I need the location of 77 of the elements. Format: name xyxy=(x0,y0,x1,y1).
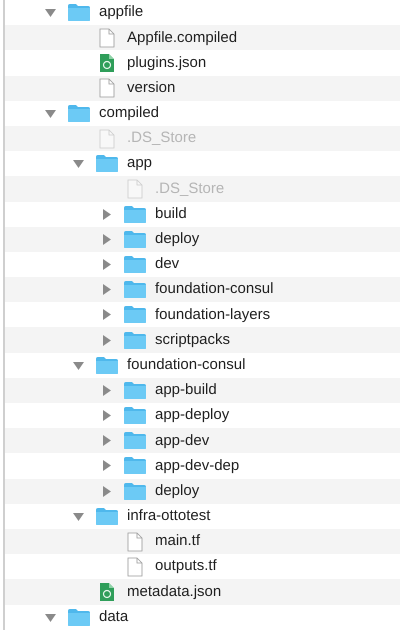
disclosure-triangle-icon[interactable] xyxy=(100,234,112,245)
file-name: main.tf xyxy=(155,531,200,552)
folder-icon xyxy=(123,254,147,274)
disclosure-triangle-icon[interactable] xyxy=(100,384,112,396)
file-row[interactable]: deploy xyxy=(5,478,400,504)
file-name: scriptpacks xyxy=(155,330,230,350)
file-name: plugins.json xyxy=(127,52,206,73)
disclosure-triangle-icon[interactable] xyxy=(44,108,56,119)
disclosure-triangle-icon[interactable] xyxy=(100,208,112,220)
disclosure-triangle-icon[interactable] xyxy=(44,7,56,18)
file-row[interactable]: deploy xyxy=(5,226,400,252)
document-icon xyxy=(127,532,143,552)
file-name: app xyxy=(127,153,152,174)
disclosure-triangle-icon[interactable] xyxy=(100,309,112,320)
file-name: appfile xyxy=(99,2,144,22)
disclosure-triangle-icon[interactable] xyxy=(100,460,112,472)
file-name: dev xyxy=(155,254,180,274)
disclosure-triangle-icon[interactable] xyxy=(72,360,84,371)
folder-icon xyxy=(123,456,147,476)
document-icon xyxy=(99,78,115,98)
file-row[interactable]: scriptpacks xyxy=(5,327,400,353)
folder-icon xyxy=(123,431,147,450)
file-row[interactable]: app-build xyxy=(5,378,400,403)
file-name: app-build xyxy=(155,380,217,400)
file-name: compiled xyxy=(99,103,160,124)
disclosure-triangle-icon[interactable] xyxy=(44,612,56,623)
folder-icon xyxy=(123,230,147,249)
document-icon xyxy=(127,556,143,577)
file-row[interactable]: metadata.json xyxy=(5,579,400,604)
file-name: .DS_Store xyxy=(127,128,196,148)
file-name: Appfile.compiled xyxy=(127,28,238,48)
folder-icon xyxy=(123,380,147,400)
file-name: outputs.tf xyxy=(155,556,217,576)
file-name: infra-ottotest xyxy=(127,506,210,526)
file-name: data xyxy=(99,606,128,627)
folder-icon xyxy=(123,482,147,501)
disclosure-triangle-icon[interactable] xyxy=(72,510,84,522)
document-icon xyxy=(99,128,115,149)
file-name: .DS_Store xyxy=(155,178,224,199)
folder-icon xyxy=(123,204,147,224)
file-name: foundation-consul xyxy=(127,354,246,375)
folder-icon xyxy=(123,406,147,426)
file-name: deploy xyxy=(155,229,200,250)
folder-icon xyxy=(67,104,91,123)
file-name: app-dev xyxy=(155,430,210,451)
folder-icon xyxy=(95,154,119,174)
file-name: version xyxy=(127,78,176,98)
file-name: app-dev-dep xyxy=(155,456,240,476)
file-row[interactable]: foundation-consul xyxy=(5,277,400,302)
folder-icon xyxy=(123,280,147,300)
disclosure-triangle-icon[interactable] xyxy=(100,486,112,497)
document-icon xyxy=(99,28,115,48)
disclosure-triangle-icon[interactable] xyxy=(100,435,112,446)
folder-icon xyxy=(123,305,147,324)
file-row[interactable]: main.tf xyxy=(5,528,400,554)
document-icon xyxy=(99,582,115,602)
disclosure-triangle-icon[interactable] xyxy=(72,158,84,170)
folder-icon xyxy=(123,330,147,350)
file-name: metadata.json xyxy=(127,582,222,602)
folder-icon xyxy=(67,3,91,22)
file-name: app-deploy xyxy=(155,405,230,426)
folder-icon xyxy=(95,506,119,526)
disclosure-triangle-icon[interactable] xyxy=(100,410,112,422)
file-row[interactable]: version xyxy=(5,76,400,101)
disclosure-triangle-icon[interactable] xyxy=(100,258,112,270)
file-name: deploy xyxy=(155,480,200,501)
file-name: build xyxy=(155,204,187,224)
file-name: foundation-consul xyxy=(155,279,274,300)
file-row[interactable]: app-dev xyxy=(5,428,400,454)
folder-icon xyxy=(95,356,119,375)
disclosure-triangle-icon[interactable] xyxy=(100,284,112,296)
file-name: foundation-layers xyxy=(155,304,270,325)
folder-icon xyxy=(67,608,91,627)
file-row[interactable]: Appfile.compiled xyxy=(5,25,400,50)
document-icon xyxy=(99,52,115,73)
document-icon xyxy=(127,178,143,199)
disclosure-triangle-icon[interactable] xyxy=(100,334,112,346)
